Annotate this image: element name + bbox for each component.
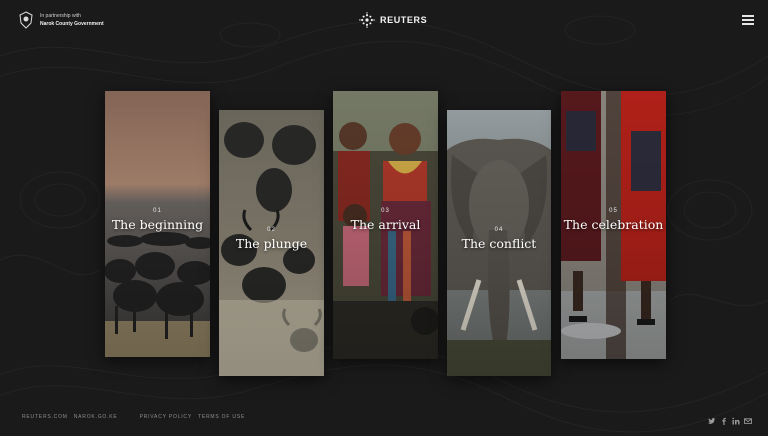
facebook-icon[interactable] (720, 412, 728, 425)
hamburger-menu-icon[interactable] (742, 15, 754, 25)
footer-link-reuters[interactable]: REUTERS.COM (22, 414, 68, 420)
chapter-card-plunge[interactable]: 02 The plunge (219, 110, 324, 376)
partner-caption: In partnership with (40, 13, 81, 19)
chapter-number: 04 (494, 227, 504, 233)
email-icon[interactable] (744, 412, 752, 424)
partner-name: Narok County Government (40, 21, 104, 27)
footer-link-privacy[interactable]: PRIVACY POLICY (140, 414, 192, 420)
reuters-logo-icon (359, 12, 375, 28)
footer-link-terms[interactable]: TERMS OF USE (198, 414, 245, 420)
chapter-title: The beginning (111, 217, 204, 232)
social-links (708, 412, 752, 425)
chapter-title: The plunge (235, 236, 308, 251)
chapter-card-arrival[interactable]: 03 The arrival (333, 91, 438, 359)
chapter-number: 03 (381, 208, 390, 214)
partner-lockup[interactable]: In partnership with Narok County Governm… (18, 11, 104, 29)
story-landing-page: In partnership with Narok County Governm… (0, 0, 768, 436)
linkedin-icon[interactable] (732, 412, 740, 425)
brand-name: REUTERS (380, 15, 428, 25)
chapter-card-celebration[interactable]: 05 The celebration (561, 91, 666, 359)
chapter-number: 01 (153, 208, 162, 214)
chapter-title: The celebration (563, 217, 664, 232)
chapter-title: The arrival (350, 217, 421, 232)
chapter-number: 02 (267, 227, 276, 233)
footer-links: REUTERS.COM NAROK.GO.KE PRIVACY POLICY T… (22, 414, 245, 420)
footer-link-narok[interactable]: NAROK.GO.KE (74, 414, 118, 420)
chapter-card-beginning[interactable]: 01 The beginning (105, 91, 210, 357)
twitter-icon[interactable] (708, 412, 716, 424)
chapter-title: The conflict (461, 236, 537, 251)
reuters-brand[interactable]: REUTERS (359, 12, 427, 28)
chapter-card-conflict[interactable]: 04 The conflict (447, 110, 551, 376)
county-emblem-icon (19, 11, 33, 29)
chapter-number: 05 (609, 208, 618, 214)
